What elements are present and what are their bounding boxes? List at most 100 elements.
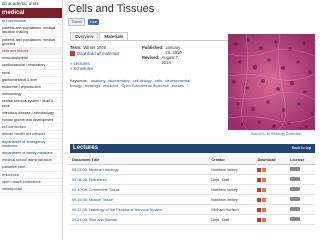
sidebar-section-medical[interactable]: medical — [0, 8, 62, 18]
cc-license-icon[interactable] — [290, 217, 301, 221]
pdf-icon[interactable] — [257, 207, 262, 212]
cc-license-icon[interactable] — [290, 177, 301, 181]
cc-license-icon[interactable] — [290, 187, 301, 191]
column-header: Download — [255, 156, 289, 165]
keyword-link[interactable]: Open Educational Resource — [121, 84, 169, 88]
sidebar-item[interactable]: infectious disease / microbiology — [0, 110, 62, 118]
ppt-icon[interactable] — [262, 187, 267, 192]
download-cell — [255, 164, 289, 175]
lecture-title-link[interactable]: 09.03.08: Medical Histology — [70, 164, 210, 175]
keyword-link[interactable]: medicine — [103, 84, 118, 88]
keyword-link[interactable]: biochemistry — [108, 79, 129, 83]
keyword-link[interactable]: histology — [85, 84, 100, 88]
table-row: 09.22.08: Histology of the Peripheral Ne… — [70, 204, 315, 215]
sidebar-item[interactable]: endocrine / reproduction — [0, 84, 62, 92]
pdf-icon[interactable] — [257, 167, 262, 172]
keyword-link[interactable]: developmental — [165, 79, 190, 83]
page-title: Cells and Tissues — [68, 3, 155, 15]
license-cell — [288, 164, 315, 175]
lecture-title-link[interactable]: 09.24.08: Skin and Glands — [70, 214, 210, 225]
pdf-icon[interactable] — [257, 217, 262, 222]
cc-license-icon[interactable] — [290, 167, 301, 171]
dates: Published: January 26, 2010 Revised: Aug… — [142, 45, 185, 65]
schedules-link[interactable]: » Schedules — [70, 66, 185, 71]
lectures-section-header: Lectures Back to top — [70, 144, 315, 153]
license-cell — [288, 184, 315, 195]
pdf-icon[interactable] — [257, 177, 262, 182]
sidebar-item[interactable]: musculoskeletal — [0, 55, 62, 63]
sidebar-item[interactable]: department of family medicine — [0, 150, 62, 158]
license-cell — [288, 194, 315, 205]
download-cell — [255, 194, 289, 205]
ppt-icon[interactable] — [262, 167, 267, 172]
sidebar-item[interactable]: patients and populations: medical geneti… — [0, 37, 62, 49]
ppt-icon[interactable] — [262, 197, 267, 202]
pdf-icon[interactable] — [257, 187, 262, 192]
sidebar-nav-list: m1 curriculum patients and populations: … — [0, 18, 62, 194]
lecture-creator: Matthew Velkey — [209, 194, 256, 205]
column-header: Document Title — [70, 156, 210, 165]
share-row: Tweet Like — [68, 18, 316, 26]
keywords-label: Keywords: — [70, 79, 88, 83]
lecture-title-link[interactable]: 09.22.08: Histology of the Peripheral Ne… — [70, 204, 210, 215]
license-cell — [288, 204, 315, 215]
sidebar-item[interactable]: open health collections — [0, 179, 62, 187]
sidebar-item[interactable]: immunology — [0, 91, 62, 99]
sidebar-item[interactable]: m2 curriculum — [0, 124, 62, 132]
lecture-creator: Matthew Velkey — [209, 164, 256, 175]
ppt-icon[interactable] — [262, 177, 267, 182]
lecture-title-link[interactable]: 09.15.08: Muscle Tissue — [70, 194, 210, 205]
cc-license-icon[interactable] — [290, 197, 301, 201]
sidebar-item[interactable]: central nervous system / head & neck — [0, 98, 62, 110]
term-value: Winter 2009 — [83, 45, 106, 50]
keyword-link[interactable]: cell biology — [133, 79, 152, 83]
keyword-link[interactable]: anatomy — [91, 79, 106, 83]
ppt-icon[interactable] — [262, 207, 267, 212]
tab-overview[interactable]: Overview — [70, 32, 99, 40]
sidebar-item[interactable]: resources — [0, 172, 62, 179]
course-meta: Term: Winter 2009 Download all materials… — [70, 45, 185, 71]
column-header: License — [288, 156, 315, 165]
histology-tissue-image — [228, 34, 315, 130]
sidebar-item-current[interactable]: cells and tissues — [0, 48, 62, 56]
sidebar-item[interactable]: medelportal — [0, 186, 62, 194]
back-to-top-link[interactable]: Back to top — [292, 144, 311, 153]
like-button[interactable]: Like — [87, 19, 100, 25]
lecture-title-link[interactable]: 09.08.08: Epithelium — [70, 174, 210, 185]
tab-materials[interactable]: Materials — [99, 32, 129, 40]
sidebar-item[interactable]: african health net network — [0, 131, 62, 139]
download-cell — [255, 214, 289, 225]
lectures-table: Document Title Creator Download License … — [70, 156, 315, 225]
table-header-row: Document Title Creator Download License — [70, 156, 315, 165]
keyword-link[interactable]: biology — [70, 84, 82, 88]
sidebar-item[interactable]: palliative care — [0, 164, 62, 172]
keyword-link[interactable]: cells — [155, 79, 163, 83]
download-cell — [255, 184, 289, 195]
ppt-icon[interactable] — [262, 217, 267, 222]
sidebar-item[interactable]: department of emergency medicine — [0, 139, 62, 151]
histology-image — [228, 34, 315, 130]
keyword-link[interactable]: tissues — [172, 84, 184, 88]
lecture-creator: Matthew Velkey — [209, 184, 256, 195]
sidebar-item[interactable]: human growth and development — [0, 117, 62, 125]
sidebar-item[interactable]: renal — [0, 70, 62, 77]
cc-license-icon[interactable] — [290, 207, 301, 211]
published-label: Published: — [142, 45, 164, 50]
pdf-icon[interactable] — [257, 197, 262, 202]
download-cell — [255, 204, 289, 215]
sidebar-item[interactable]: gastrointestinal & liver — [0, 77, 62, 85]
download-cell — [255, 174, 289, 185]
sidebar-item[interactable]: medical school administration — [0, 157, 62, 165]
lecture-title-link[interactable]: 09.10.08: Connective Tissue — [70, 184, 210, 195]
keywords: Keywords: anatomy biochemistry cell biol… — [70, 79, 198, 88]
revised-value: August 7, 2014 — [161, 55, 180, 65]
download-icon — [70, 51, 75, 56]
sidebar-all-units-link[interactable]: all academic units — [0, 0, 62, 8]
tweet-button[interactable]: Tweet — [68, 18, 85, 26]
table-row: 09.08.08: Epithelium Dept. Staff — [70, 174, 315, 185]
sidebar-item[interactable]: m1 curriculum — [0, 18, 62, 26]
column-header: Creator — [209, 156, 256, 165]
sidebar-item[interactable]: cardiovascular / respiratory — [0, 62, 62, 70]
lecture-creator: Michael Hortsch — [209, 204, 256, 215]
sidebar-item[interactable]: patients and populations: medical decisi… — [0, 25, 62, 37]
